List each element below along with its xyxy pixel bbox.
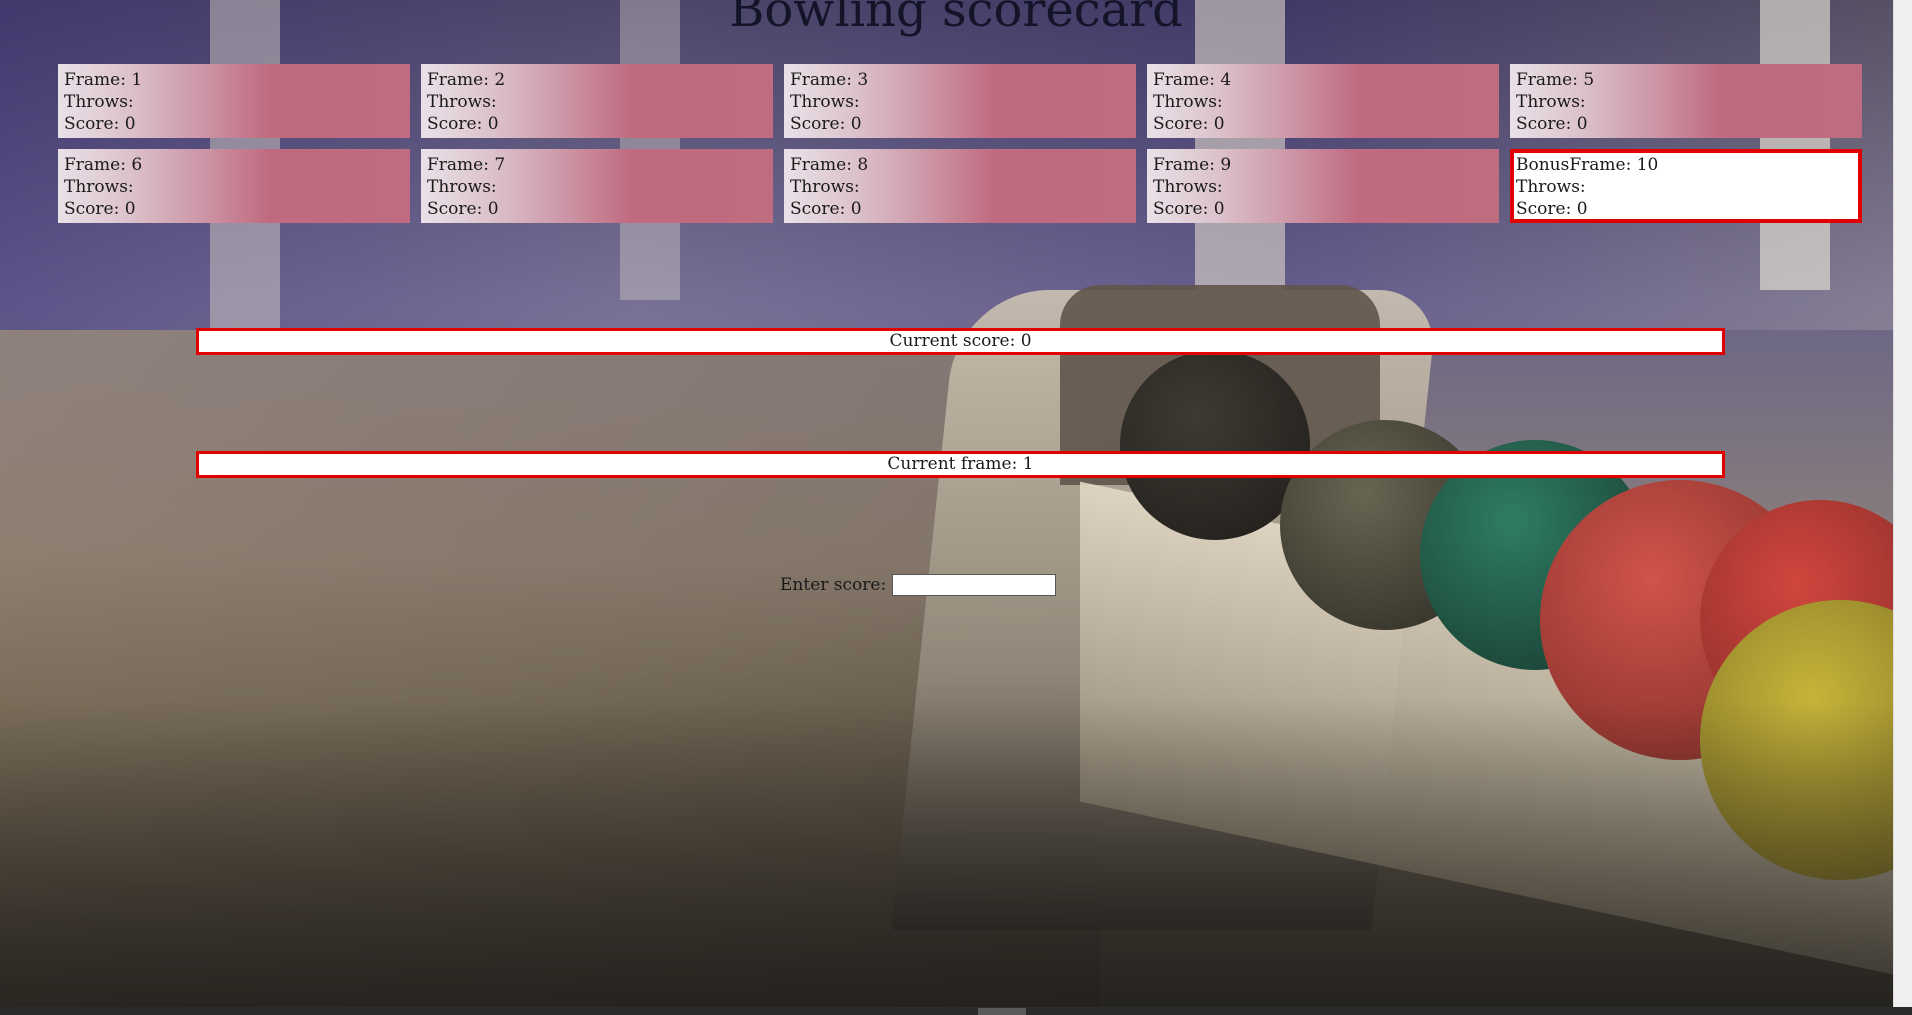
frame-label: Frame: 6	[64, 155, 143, 175]
page-title: Bowling scorecard	[729, 0, 1183, 38]
frame-score: Score: 0	[790, 114, 862, 134]
frame-score: Score: 0	[790, 199, 862, 219]
score-input[interactable]	[892, 574, 1057, 596]
frame-throws: Throws:	[1516, 92, 1586, 112]
frame-label: Frame: 8	[790, 155, 869, 175]
vertical-scrollbar[interactable]	[1893, 0, 1912, 1007]
frame-score: Score: 0	[427, 114, 499, 134]
frame-throws: Throws:	[1153, 177, 1223, 197]
score-entry: Enter score:	[780, 574, 1057, 596]
frame-label: Frame: 3	[790, 70, 869, 90]
frame-score: Score: 0	[64, 199, 136, 219]
frame-throws: Throws:	[64, 177, 134, 197]
frame-throws: Throws:	[790, 177, 860, 197]
frame-label: Frame: 1	[64, 70, 143, 90]
frame-score: Score: 0	[1516, 114, 1588, 134]
frame-card: Frame: 5 Throws: Score: 0	[1510, 64, 1862, 138]
current-frame-display: Current frame: 1	[196, 451, 1725, 478]
frame-card: Frame: 1 Throws: Score: 0	[58, 64, 410, 138]
frame-card: Frame: 3 Throws: Score: 0	[784, 64, 1136, 138]
frame-card: Frame: 6 Throws: Score: 0	[58, 149, 410, 223]
frame-card: Frame: 8 Throws: Score: 0	[784, 149, 1136, 223]
frame-label: Frame: 7	[427, 155, 506, 175]
frame-score: Score: 0	[1516, 199, 1588, 219]
frame-card: Frame: 7 Throws: Score: 0	[421, 149, 773, 223]
score-entry-label: Enter score:	[780, 575, 887, 595]
frame-throws: Throws:	[790, 92, 860, 112]
frame-score: Score: 0	[1153, 199, 1225, 219]
frame-score: Score: 0	[1153, 114, 1225, 134]
frame-label: Frame: 2	[427, 70, 506, 90]
frame-label: Frame: 9	[1153, 155, 1232, 175]
frame-card: Frame: 2 Throws: Score: 0	[421, 64, 773, 138]
frame-throws: Throws:	[1516, 177, 1586, 197]
frame-throws: Throws:	[427, 177, 497, 197]
frame-card: Frame: 9 Throws: Score: 0	[1147, 149, 1499, 223]
frames-grid: Frame: 1 Throws: Score: 0 Frame: 2 Throw…	[58, 64, 1864, 223]
frame-score: Score: 0	[427, 199, 499, 219]
frame-card: Frame: 4 Throws: Score: 0	[1147, 64, 1499, 138]
frame-label: Frame: 5	[1516, 70, 1595, 90]
taskbar-item[interactable]	[978, 1008, 1026, 1015]
current-score-display: Current score: 0	[196, 328, 1725, 355]
frame-label: Frame: 4	[1153, 70, 1232, 90]
frame-throws: Throws:	[1153, 92, 1223, 112]
frame-score: Score: 0	[64, 114, 136, 134]
taskbar	[0, 1007, 1912, 1015]
bonus-frame-card: BonusFrame: 10 Throws: Score: 0	[1510, 149, 1862, 223]
frame-label: BonusFrame: 10	[1516, 155, 1659, 175]
frame-throws: Throws:	[64, 92, 134, 112]
frame-throws: Throws:	[427, 92, 497, 112]
